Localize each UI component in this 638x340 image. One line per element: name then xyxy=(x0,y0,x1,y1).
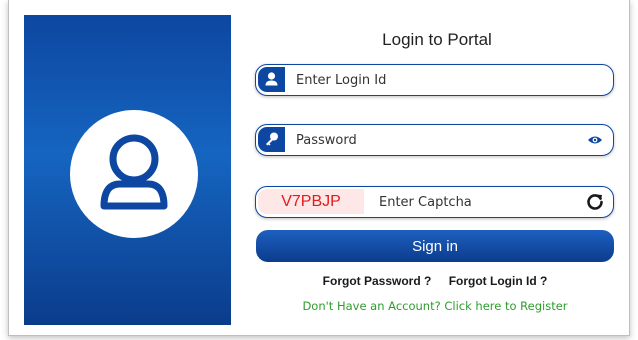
captcha-code: V7PBJP xyxy=(258,189,364,214)
brand-panel xyxy=(24,15,231,325)
register-link[interactable]: Don't Have an Account? Click here to Reg… xyxy=(256,299,614,313)
user-icon xyxy=(258,67,285,92)
forgot-login-id-link[interactable]: Forgot Login Id ? xyxy=(449,274,548,288)
captcha-input[interactable] xyxy=(379,187,559,217)
page-title: Login to Portal xyxy=(382,30,492,49)
avatar xyxy=(70,110,198,238)
password-input[interactable] xyxy=(296,125,576,155)
login-id-input[interactable] xyxy=(296,65,576,95)
login-card: Login to Portal V7PBJP xyxy=(8,0,630,336)
user-avatar-icon xyxy=(100,134,168,210)
sign-in-button[interactable]: Sign in xyxy=(256,230,614,262)
captcha-field[interactable]: V7PBJP xyxy=(255,186,614,218)
password-field[interactable] xyxy=(255,124,614,156)
key-icon xyxy=(258,127,285,152)
eye-icon[interactable] xyxy=(587,133,603,147)
refresh-icon[interactable] xyxy=(585,192,605,212)
recovery-links: Forgot Password ? Forgot Login Id ? xyxy=(256,274,614,288)
login-id-field[interactable] xyxy=(255,64,614,96)
forgot-password-link[interactable]: Forgot Password ? xyxy=(323,274,432,288)
